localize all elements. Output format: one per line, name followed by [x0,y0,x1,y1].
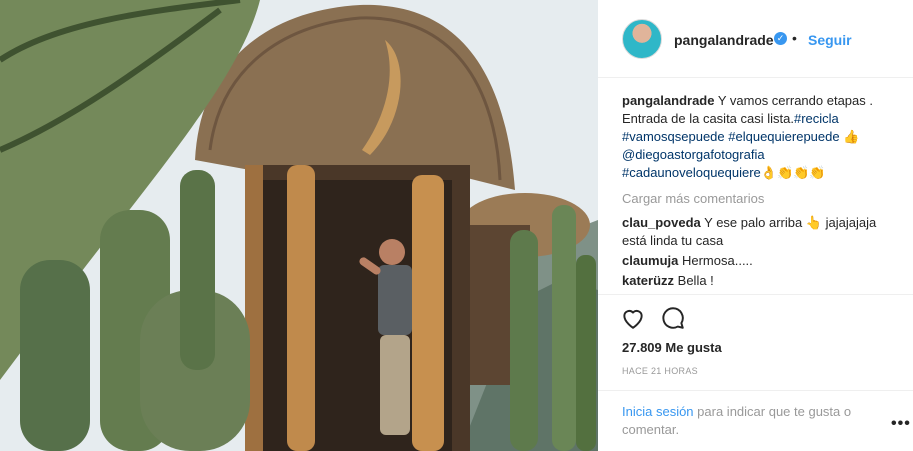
comment: clau_poveda Y ese palo arriba 👆 jajajaja… [622,214,892,250]
comment-text: Bella ! [677,273,714,288]
post-photo-illustration [0,0,598,451]
login-link[interactable]: Inicia sesión [622,404,694,419]
hashtag-cadaunoveloquequiere[interactable]: #cadaunoveloquequiere [622,165,761,180]
post-side-panel: pangalandrade ✓ • Seguir pangalandrade Y… [598,0,913,451]
comment-username[interactable]: katerüzz [622,273,674,288]
caption-emoji-end: 👌👏👏👏 [760,165,826,180]
post-photo [0,0,598,451]
comment-text: Hermosa..... [681,253,753,268]
hashtag-elquequierepuede[interactable]: #elquequierepuede [728,129,839,144]
avatar[interactable] [622,19,662,59]
post-timestamp: HACE 21 HORAS [622,366,698,376]
post-header: pangalandrade ✓ • Seguir [598,0,913,78]
more-options-icon[interactable]: ••• [891,415,911,433]
comment: claumuja Hermosa..... [622,252,892,270]
hashtag-recicla[interactable]: #recicla [794,111,839,126]
load-more-comments[interactable]: Cargar más comentarios [622,190,892,208]
likes-count[interactable]: 27.809 Me gusta [622,340,722,355]
follow-button[interactable]: Seguir [808,32,852,48]
comments-list: pangalandrade Y vamos cerrando etapas . … [622,92,892,294]
hashtag-vamosqsepuede[interactable]: #vamosqsepuede [622,129,725,144]
comment-bubble-icon[interactable] [660,305,686,331]
comment-username[interactable]: clau_poveda [622,215,701,230]
caption-emoji: 👍 [843,129,860,144]
login-prompt: Inicia sesión para indicar que te gusta … [598,390,913,439]
caption: pangalandrade Y vamos cerrando etapas . … [622,92,892,182]
post-actions: 27.809 Me gusta HACE 21 HORAS Inicia ses… [598,294,913,451]
comment: katerüzz Bella ! [622,272,892,290]
caption-username[interactable]: pangalandrade [622,93,714,108]
verified-badge-icon: ✓ [774,32,787,45]
heart-icon[interactable] [620,305,646,331]
separator-dot: • [792,30,797,46]
comment-username[interactable]: claumuja [622,253,678,268]
author-username[interactable]: pangalandrade [674,32,774,48]
mention-diegoastorgafotografia[interactable]: @diegoastorgafotografia [622,147,765,162]
